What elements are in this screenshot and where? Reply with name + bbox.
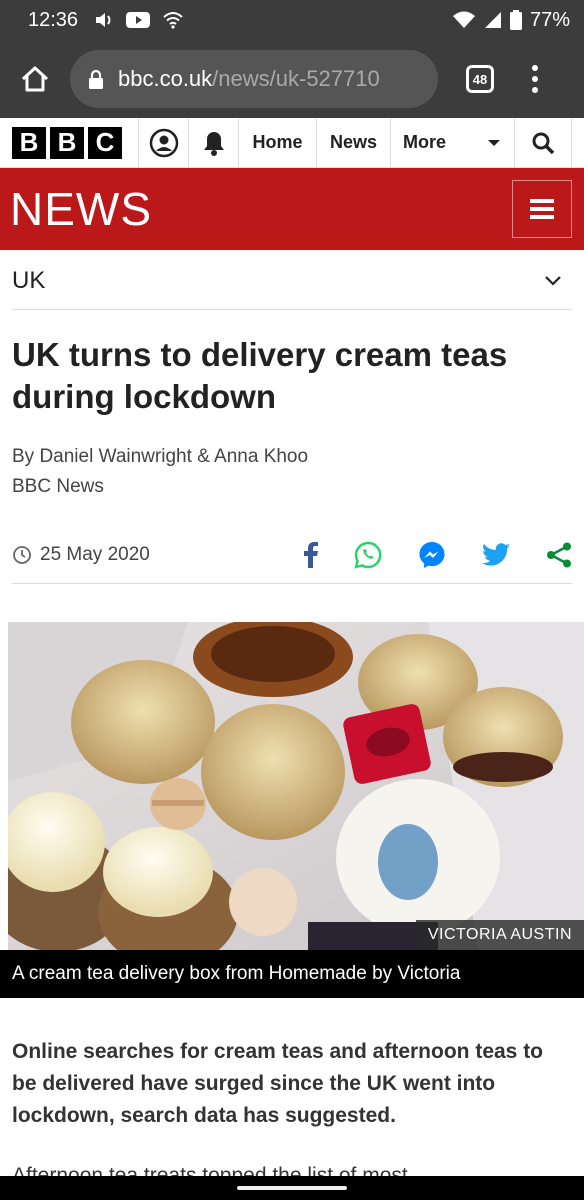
nav-more-label: More [403,132,447,152]
article-date: 25 May 2020 [12,544,150,566]
logo-letter: C [88,126,122,159]
image-credit: VICTORIA AUSTIN [415,920,584,950]
news-banner: NEWS [0,168,584,250]
url-path: /news/uk-527710 [212,66,380,91]
wifi-icon [452,11,475,28]
facebook-icon[interactable] [304,541,318,568]
clock-icon [13,545,31,564]
byline-authors: By Daniel Wainwright & Anna Khoo [12,446,309,467]
status-bar: 12:36 77% [0,0,584,40]
search-button[interactable] [514,117,572,168]
nav-more-dropdown[interactable]: More [390,117,514,168]
logo-letter: B [12,126,46,159]
url-bar[interactable]: bbc.co.uk/news/uk-527710 [70,50,438,108]
tab-switcher-button[interactable]: 48 [466,65,494,93]
account-button[interactable] [138,117,188,168]
image-caption: A cream tea delivery box from Homemade b… [0,950,584,998]
section-menu-button[interactable] [512,180,572,238]
news-logo[interactable]: NEWS [10,182,152,236]
account-icon [149,128,178,157]
chevron-down-icon [545,275,561,286]
section-bar[interactable]: UK [12,252,572,310]
article-byline: By Daniel Wainwright & Anna Khoo BBC New… [12,442,308,502]
byline-source: BBC News [12,476,104,497]
status-time: 12:36 [28,8,79,31]
browser-menu-button[interactable] [532,65,538,93]
article-image: VICTORIA AUSTIN [8,622,584,950]
volume-icon [96,13,111,27]
battery-percent: 77% [529,8,570,31]
bbc-logo[interactable]: B B C [12,126,138,159]
gesture-navigation-bar[interactable] [0,1176,584,1200]
share-icon[interactable] [546,542,572,568]
article-meta: 25 May 2020 [12,526,572,584]
wifi-icon [163,12,183,29]
whatsapp-icon[interactable] [354,541,382,569]
bbc-navigation: B B C Home News More [0,117,584,168]
messenger-icon[interactable] [418,541,446,569]
lock-icon [88,69,104,89]
hamburger-icon [530,199,554,219]
bell-icon [203,131,224,156]
logo-letter: B [50,126,84,159]
home-button[interactable] [0,40,70,118]
battery-icon [509,10,522,30]
chevron-down-icon [488,139,500,146]
youtube-icon [126,12,151,28]
home-icon [21,66,49,92]
notifications-button[interactable] [188,117,238,168]
signal-icon [484,12,501,28]
date-text: 25 May 2020 [40,543,150,565]
article-intro: Online searches for cream teas and after… [12,1040,544,1127]
share-tools [304,541,572,569]
search-icon [532,132,555,154]
cream-tea-photo [8,622,584,950]
browser-toolbar: bbc.co.uk/news/uk-527710 48 [0,40,584,118]
nav-home-link[interactable]: Home [238,117,316,168]
url-domain: bbc.co.uk [118,66,213,91]
twitter-icon[interactable] [482,542,510,567]
section-label: UK [12,266,46,294]
nav-news-link[interactable]: News [316,117,390,168]
article-headline: UK turns to delivery cream teas during l… [12,336,508,415]
